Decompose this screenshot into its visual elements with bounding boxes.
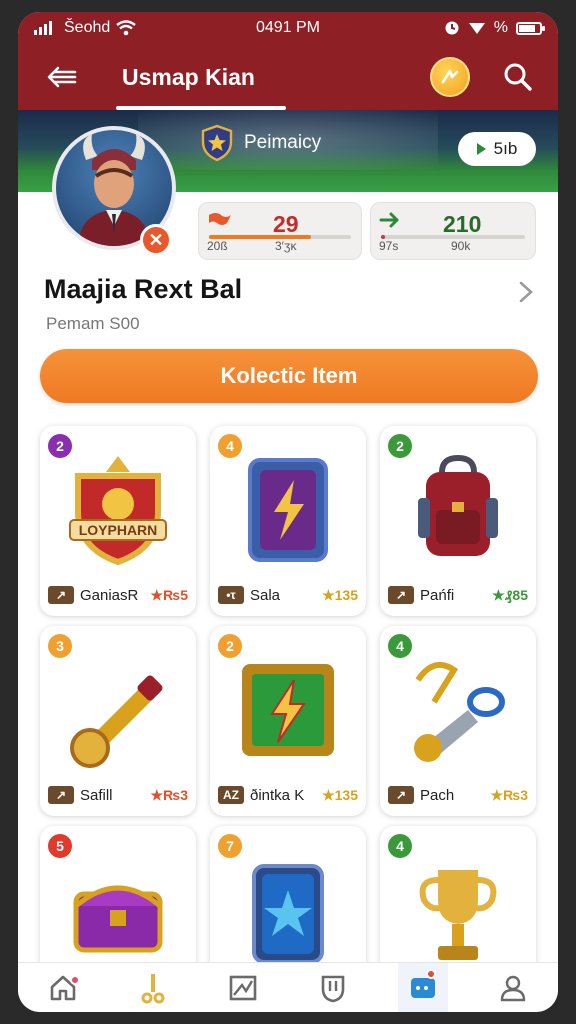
- item-type-icon: ↗: [388, 786, 414, 804]
- carrier-name: Šeohd: [64, 19, 111, 36]
- item-price: ★₨3: [150, 786, 189, 803]
- nav-profile[interactable]: [468, 963, 558, 1012]
- nav-home[interactable]: [18, 963, 108, 1012]
- back-button[interactable]: [42, 57, 82, 97]
- item-card[interactable]: 2 ↗ Pańfi ★₰85: [380, 426, 536, 616]
- player-subtitle: Pemam S00: [46, 314, 140, 333]
- item-name: Pach: [420, 786, 455, 804]
- crest-shield-icon: LOYPHARN: [58, 450, 178, 570]
- star-card-icon: [228, 850, 348, 970]
- battery-icon: [516, 21, 545, 35]
- item-price: ★135: [322, 786, 358, 803]
- item-card[interactable]: 3 ↗ Safill ★₨3: [40, 626, 196, 816]
- lightning-card-icon: [228, 450, 348, 570]
- item-price: ★₨5: [150, 586, 189, 603]
- item-card[interactable]: 2 AZ ðintka K ★135: [210, 626, 366, 816]
- bottom-nav: [18, 962, 558, 1012]
- item-price: ★₨3: [490, 786, 529, 803]
- search-button[interactable]: [500, 59, 536, 95]
- item-footer: ↗ GaniasR ★₨5: [48, 584, 188, 606]
- item-name: Safill: [80, 786, 113, 804]
- item-type-icon: ↗: [48, 786, 74, 804]
- item-card[interactable]: 4 ↗ Pach ★₨3: [380, 626, 536, 816]
- stat-card-2: 210 97ѕ 90k: [370, 202, 536, 260]
- status-time: 0491 PM: [255, 19, 321, 36]
- item-name: Sala: [250, 586, 281, 604]
- key-icon: [141, 973, 165, 1003]
- signal-icon: [34, 21, 52, 35]
- close-icon: ✕: [148, 229, 164, 250]
- nav-shield[interactable]: [288, 963, 378, 1012]
- item-footer: •τ Sala ★135: [218, 584, 358, 606]
- collect-item-button[interactable]: Kolectic Item: [40, 349, 538, 403]
- treasure-chest-icon: [58, 850, 178, 970]
- item-type-icon: ↗: [48, 586, 74, 604]
- flag-icon: [209, 213, 231, 225]
- item-type-icon: AZ: [218, 786, 244, 804]
- stat-value: 29: [273, 211, 299, 237]
- profile-details-button[interactable]: [518, 280, 534, 311]
- profile-icon: [500, 975, 526, 1001]
- item-card[interactable]: 4 •τ Sala ★135: [210, 426, 366, 616]
- play-icon: [476, 143, 486, 155]
- league-name: Peimaicy: [244, 132, 322, 153]
- coin-icon: [441, 69, 459, 84]
- item-price: ★₰85: [492, 586, 528, 603]
- stat-label-left: 97ѕ: [379, 239, 399, 253]
- shield-icon: [321, 975, 345, 1002]
- play-pill-label: 5ıb: [493, 139, 518, 158]
- item-footer: ↗ Pańfi ★₰85: [388, 584, 528, 606]
- item-card[interactable]: 4: [380, 826, 536, 976]
- back-arrow-icon: [47, 66, 77, 88]
- play-pill-button[interactable]: 5ıb: [458, 132, 536, 166]
- wifi-icon: [116, 20, 137, 36]
- league-label[interactable]: Peimaicy: [200, 124, 321, 162]
- stat-label-left: 20ß: [207, 239, 228, 253]
- coin-button[interactable]: [430, 57, 470, 97]
- item-card[interactable]: 5: [40, 826, 196, 976]
- whistle-icon: [398, 650, 518, 770]
- stat-label-right: 3′ʒκ: [275, 239, 297, 253]
- app-bar: Usmap Kian: [18, 44, 558, 110]
- nav-chat[interactable]: [378, 963, 468, 1012]
- avatar-remove-button[interactable]: ✕: [140, 224, 172, 256]
- item-footer: AZ ðintka K ★135: [218, 784, 358, 806]
- cell-signal-icon: [468, 23, 485, 34]
- backpack-icon: [398, 450, 518, 570]
- item-type-icon: ↗: [388, 586, 414, 604]
- trophy-icon: [398, 850, 518, 970]
- league-shield-icon: [201, 124, 233, 162]
- nav-keys[interactable]: [108, 963, 198, 1012]
- arrow-right-icon: [379, 212, 399, 228]
- item-price: ★135: [322, 586, 358, 603]
- item-name: GaniasR: [80, 586, 139, 604]
- stat-card-1: 29 20ß 3′ʒκ: [198, 202, 362, 260]
- notification-dot: [70, 975, 80, 985]
- item-type-icon: •τ: [218, 586, 244, 604]
- item-name: ðintka K: [250, 786, 305, 804]
- item-card[interactable]: 7: [210, 826, 366, 976]
- item-footer: ↗ Pach ★₨3: [388, 784, 528, 806]
- search-icon: [504, 63, 532, 91]
- stat-label-right: 90k: [451, 239, 471, 253]
- card-icon: [229, 975, 257, 1000]
- status-percent: %: [493, 19, 508, 36]
- nav-cards[interactable]: [198, 963, 288, 1012]
- chevron-right-icon: [519, 281, 533, 303]
- player-name: Maajia Rext Bal: [44, 274, 243, 304]
- item-card[interactable]: 2 LOYPHARN ↗ GaniasR ★₨5: [40, 426, 196, 616]
- green-lightning-box-icon: [228, 650, 348, 770]
- status-bar: Šeohd 0491 PM %: [18, 12, 558, 44]
- item-name: Pańfi: [420, 586, 455, 604]
- svg-text:LOYPHARN: LOYPHARN: [79, 522, 158, 538]
- alarm-icon: [445, 21, 459, 35]
- item-footer: ↗ Safill ★₨3: [48, 784, 188, 806]
- stat-value: 210: [443, 211, 482, 237]
- horn-icon: [58, 650, 178, 770]
- notification-dot: [426, 969, 436, 979]
- phone-screen: Šeohd 0491 PM % Usmap Kian Peimaicy 5ıb …: [18, 12, 558, 1012]
- page-title: Usmap Kian: [122, 63, 255, 90]
